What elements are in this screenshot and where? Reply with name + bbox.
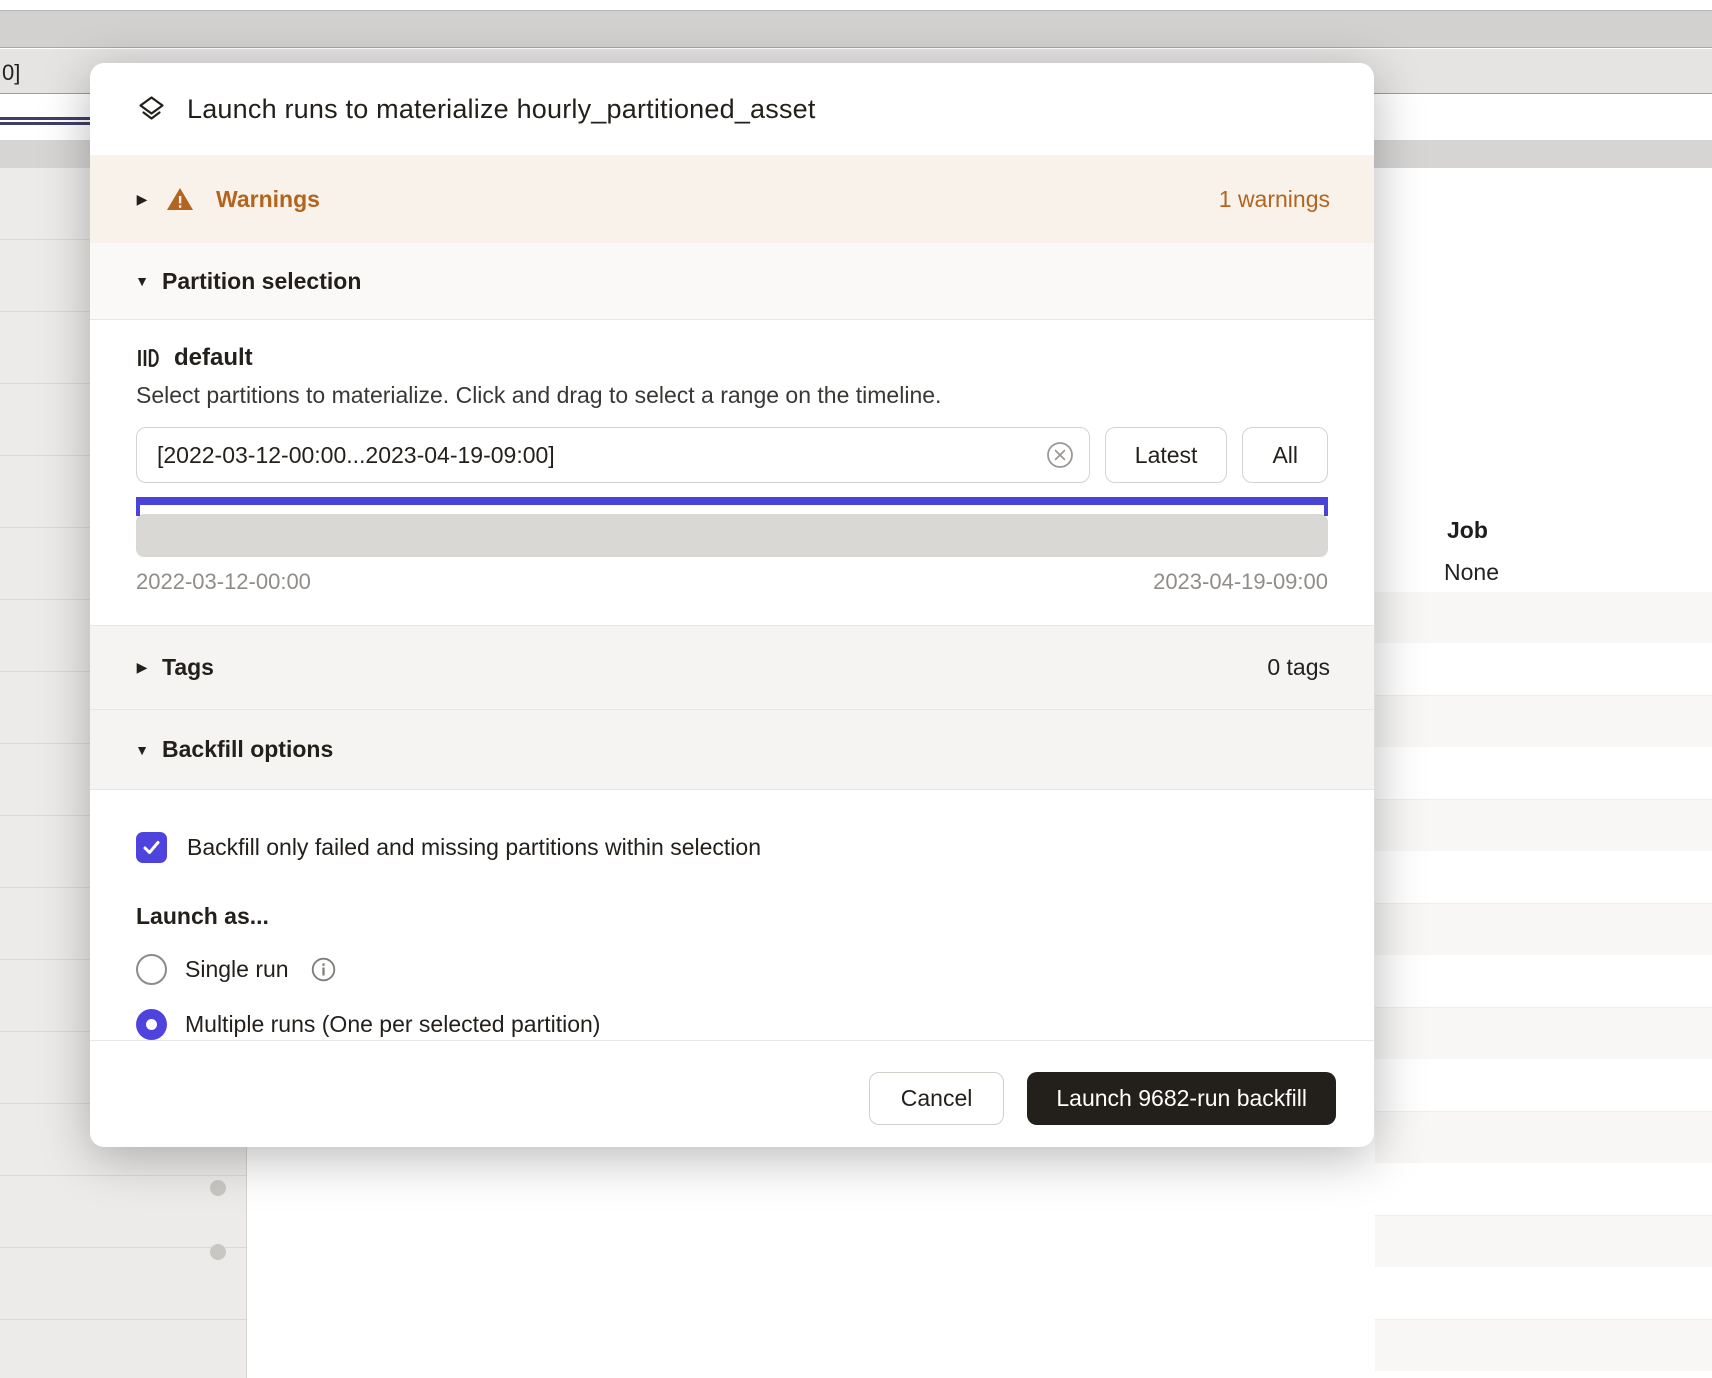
partition-set-row: default	[136, 344, 1328, 372]
single-run-radio-row[interactable]: Single run	[136, 954, 1328, 985]
backfill-options-title: Backfill options	[162, 736, 333, 763]
partition-selection-toggle[interactable]: ▼ Partition selection	[90, 243, 1374, 320]
background-toolbar-band	[0, 10, 1712, 48]
backfill-only-failed-checkbox-row[interactable]: Backfill only failed and missing partiti…	[136, 832, 1328, 863]
backfill-options-toggle[interactable]: ▼ Backfill options	[90, 709, 1374, 789]
chevron-down-icon: ▼	[134, 742, 150, 758]
cancel-button[interactable]: Cancel	[869, 1072, 1005, 1125]
timeline-end-label: 2023-04-19-09:00	[1153, 569, 1328, 595]
background-tab-underline	[0, 117, 90, 125]
dialog-header: Launch runs to materialize hourly_partit…	[90, 63, 1374, 155]
multiple-runs-label: Multiple runs (One per selected partitio…	[185, 1011, 600, 1038]
launch-as-label: Launch as...	[136, 903, 1328, 930]
partition-selection-description: Select partitions to materialize. Click …	[136, 382, 1328, 409]
radio-selected-icon[interactable]	[136, 1009, 167, 1040]
job-column-value: None	[1444, 559, 1499, 586]
asset-layers-icon	[138, 95, 165, 123]
multiple-runs-radio-row[interactable]: Multiple runs (One per selected partitio…	[136, 1009, 1328, 1040]
partition-selection-content: default Select partitions to materialize…	[90, 320, 1374, 625]
chevron-right-icon: ▶	[134, 659, 150, 676]
partition-range-input[interactable]	[136, 427, 1090, 483]
backfill-options-content: Backfill only failed and missing partiti…	[90, 789, 1374, 1040]
chevron-right-icon: ▶	[134, 191, 150, 208]
warnings-label: Warnings	[216, 186, 320, 213]
partition-range-input-wrap	[136, 427, 1090, 483]
clear-circle-x-icon[interactable]	[1046, 441, 1074, 469]
tags-title: Tags	[162, 654, 214, 681]
background-table-rows	[1375, 592, 1712, 1378]
tags-count: 0 tags	[1267, 654, 1330, 681]
partition-set-icon	[136, 346, 160, 370]
partition-range-row: Latest All	[136, 427, 1328, 483]
dialog-title: Launch runs to materialize hourly_partit…	[187, 94, 816, 125]
latest-button[interactable]: Latest	[1105, 427, 1228, 483]
radio-unselected-icon[interactable]	[136, 954, 167, 985]
dialog-footer: Cancel Launch 9682-run backfill	[90, 1040, 1374, 1147]
info-circle-icon[interactable]	[311, 957, 336, 982]
background-status-dot	[210, 1180, 226, 1196]
partition-set-name: default	[174, 344, 253, 372]
single-run-label: Single run	[185, 956, 289, 983]
partition-selection-title: Partition selection	[162, 268, 361, 295]
job-column-header: Job	[1447, 517, 1488, 544]
screen: 0] Job None Launch runs to materialize h…	[0, 0, 1712, 1378]
chevron-down-icon: ▼	[134, 273, 150, 289]
tags-section-toggle[interactable]: ▶ Tags 0 tags	[90, 625, 1374, 709]
warnings-section-toggle[interactable]: ▶ Warnings 1 warnings	[90, 155, 1374, 243]
partition-timeline[interactable]	[136, 514, 1328, 557]
warning-triangle-icon	[166, 187, 194, 212]
timeline-start-label: 2022-03-12-00:00	[136, 569, 311, 595]
warnings-count: 1 warnings	[1219, 186, 1330, 213]
all-button[interactable]: All	[1242, 427, 1328, 483]
launch-backfill-button[interactable]: Launch 9682-run backfill	[1027, 1072, 1336, 1125]
background-status-dot	[210, 1244, 226, 1260]
background-partial-cell-text: 0]	[2, 60, 20, 86]
partition-selection-range-bar[interactable]	[136, 497, 1328, 505]
checkbox-checked-icon[interactable]	[136, 832, 167, 863]
launch-backfill-dialog: Launch runs to materialize hourly_partit…	[90, 63, 1374, 1147]
timeline-date-labels: 2022-03-12-00:00 2023-04-19-09:00	[136, 569, 1328, 595]
backfill-only-failed-label: Backfill only failed and missing partiti…	[187, 834, 761, 861]
